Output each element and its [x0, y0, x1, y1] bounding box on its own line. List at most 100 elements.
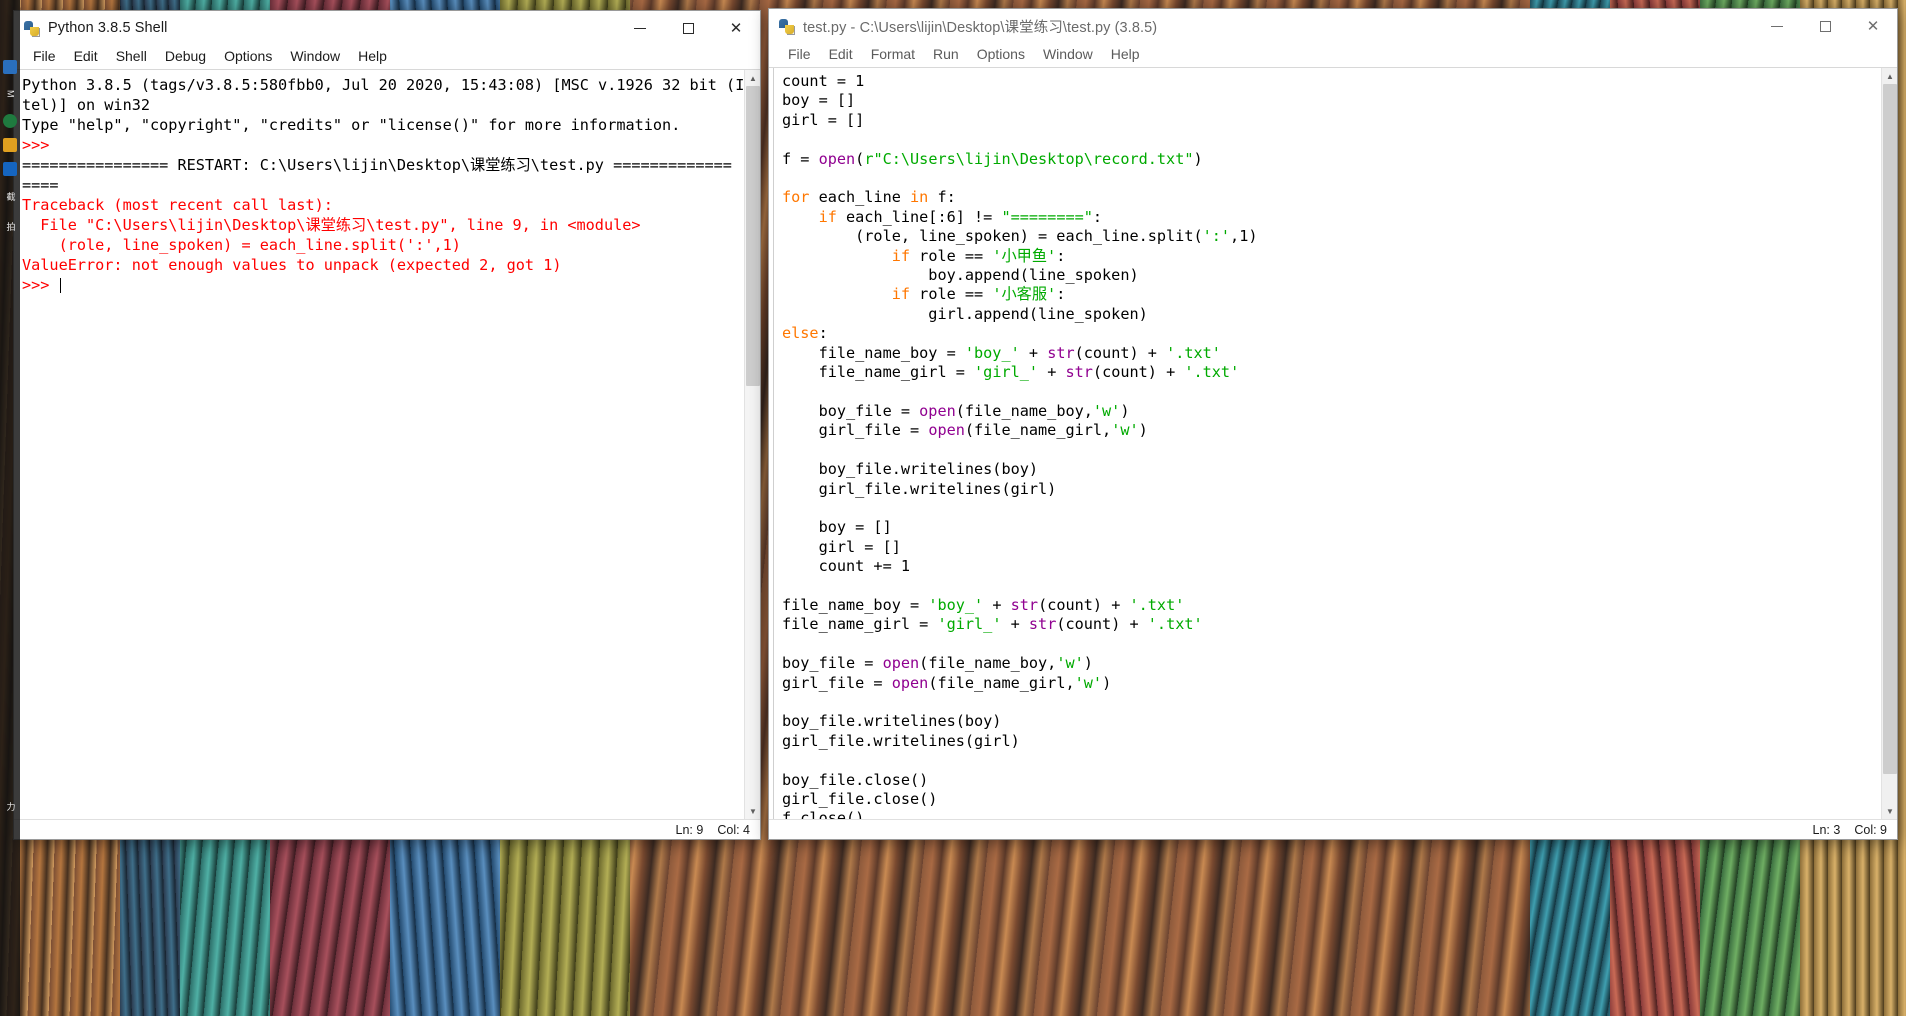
- code-token: 'w': [1092, 401, 1121, 420]
- scroll-up-icon[interactable]: ▲: [1882, 68, 1897, 84]
- code-token: (role, line_spoken) = each_line.split(: [782, 227, 1203, 246]
- shell-content-area[interactable]: Python 3.8.5 (tags/v3.8.5:580fbb0, Jul 2…: [14, 69, 760, 819]
- editor-content-area[interactable]: count = 1 boy = [] girl = [] f = open(r"C:…: [769, 67, 1897, 819]
- scroll-down-icon[interactable]: ▼: [745, 803, 760, 819]
- editor-menu-file[interactable]: File: [779, 45, 820, 64]
- shell-minimize-button[interactable]: [616, 11, 664, 45]
- mail-icon[interactable]: [3, 60, 17, 74]
- shell-maximize-button[interactable]: [664, 11, 712, 45]
- shell-scroll-thumb[interactable]: [746, 86, 760, 386]
- editor-close-button[interactable]: ✕: [1849, 9, 1897, 43]
- editor-code-line: if role == '小客服':: [782, 285, 1881, 304]
- code-token: open: [891, 673, 929, 692]
- code-token: if: [891, 246, 911, 265]
- shell-menu-file[interactable]: File: [24, 47, 65, 66]
- shell-menu-help[interactable]: Help: [349, 47, 396, 66]
- python-editor-window[interactable]: test.py - C:\Users\lijin\Desktop\课堂练习\te…: [768, 8, 1898, 840]
- shell-titlebar[interactable]: Python 3.8.5 Shell ✕: [14, 11, 760, 45]
- taskbar-label-power: 力: [5, 801, 16, 811]
- editor-menu-help[interactable]: Help: [1102, 45, 1149, 64]
- shell-menu-edit[interactable]: Edit: [65, 47, 107, 66]
- shell-menu-options[interactable]: Options: [215, 47, 281, 66]
- editor-scroll-thumb[interactable]: [1883, 84, 1897, 774]
- code-token: boy = []: [782, 518, 892, 537]
- editor-code-text[interactable]: count = 1 boy = [] girl = [] f = open(r"C:…: [774, 68, 1881, 819]
- code-token: 1: [855, 72, 865, 90]
- editor-maximize-button[interactable]: [1801, 9, 1849, 43]
- editor-col-indicator: Col: 9: [1854, 822, 1887, 837]
- code-token: girl_file.writelines(girl): [782, 731, 1020, 750]
- editor-code-line: girl_file.writelines(girl): [782, 732, 1881, 751]
- code-token: 'girl_': [937, 615, 1002, 634]
- code-token: :: [818, 324, 828, 343]
- editor-menubar[interactable]: File Edit Format Run Options Window Help: [769, 43, 1897, 67]
- shell-menubar[interactable]: File Edit Shell Debug Options Window Hel…: [14, 45, 760, 69]
- code-token: if: [818, 207, 837, 226]
- shell-vertical-scrollbar[interactable]: ▲ ▼: [744, 70, 760, 819]
- browser-icon[interactable]: [3, 114, 17, 128]
- taskbar[interactable]: M 截 拍 力: [0, 0, 20, 1016]
- code-token: role ==: [910, 285, 993, 304]
- shell-output-text[interactable]: Python 3.8.5 (tags/v3.8.5:580fbb0, Jul 2…: [14, 70, 744, 819]
- shell-text-cursor: [59, 278, 61, 293]
- editor-code-line: for each_line in f:: [782, 188, 1881, 207]
- code-token: (: [855, 149, 865, 168]
- code-token: boy_file =: [782, 401, 920, 420]
- shell-output-line: >>>: [22, 276, 61, 294]
- code-token: str: [1065, 363, 1093, 382]
- code-token: 'girl_': [974, 363, 1039, 382]
- scroll-down-icon[interactable]: ▼: [1882, 803, 1897, 819]
- shell-output-line: ====: [22, 176, 59, 194]
- python-shell-window[interactable]: Python 3.8.5 Shell ✕ File Edit Shell Deb…: [13, 10, 761, 840]
- shell-menu-shell[interactable]: Shell: [107, 47, 156, 66]
- editor-menu-window[interactable]: Window: [1034, 45, 1102, 64]
- editor-code-line: [782, 499, 1881, 518]
- editor-code-line: count = 1: [782, 72, 1881, 91]
- editor-code-line: girl = []: [782, 111, 1881, 130]
- editor-menu-format[interactable]: Format: [862, 45, 924, 64]
- code-token: count =: [782, 72, 856, 90]
- editor-code-line: girl.append(line_spoken): [782, 305, 1881, 324]
- code-token: file_name_boy =: [782, 343, 965, 362]
- code-token: (count) +: [1074, 343, 1167, 362]
- editor-vertical-scrollbar[interactable]: ▲ ▼: [1881, 68, 1897, 819]
- code-token: '小客服': [992, 285, 1057, 304]
- code-token: girl = []: [782, 537, 901, 556]
- shell-line-indicator: Ln: 9: [675, 822, 704, 837]
- scroll-up-icon[interactable]: ▲: [745, 70, 760, 86]
- code-token: '.txt': [1166, 343, 1221, 362]
- code-token: (count) +: [1092, 363, 1185, 382]
- code-token: each_line[:6] !=: [836, 207, 1002, 226]
- editor-menu-run[interactable]: Run: [924, 45, 968, 64]
- code-token: boy_file.writelines(boy): [782, 712, 1002, 731]
- code-token: girl = []: [782, 110, 865, 129]
- editor-code-line: boy_file = open(file_name_boy,'w'): [782, 402, 1881, 421]
- shell-title: Python 3.8.5 Shell: [48, 20, 168, 36]
- code-token: '.txt': [1184, 363, 1240, 382]
- editor-code-line: girl_file = open(file_name_girl,'w'): [782, 674, 1881, 693]
- editor-code-line: boy_file.writelines(boy): [782, 460, 1881, 479]
- code-token: 'w': [1111, 421, 1139, 440]
- editor-minimize-button[interactable]: [1753, 9, 1801, 43]
- code-token: ): [1102, 673, 1112, 692]
- app-icon[interactable]: [3, 162, 17, 176]
- editor-menu-edit[interactable]: Edit: [820, 45, 862, 64]
- editor-menu-options[interactable]: Options: [968, 45, 1034, 64]
- code-token: file_name_boy =: [782, 595, 929, 614]
- shell-close-button[interactable]: ✕: [712, 11, 760, 45]
- code-token: open: [882, 654, 920, 673]
- editor-code-line: boy_file.writelines(boy): [782, 712, 1881, 731]
- python-file-icon: [23, 20, 40, 37]
- code-token: ): [1138, 421, 1148, 440]
- editor-titlebar[interactable]: test.py - C:\Users\lijin\Desktop\课堂练习\te…: [769, 9, 1897, 43]
- shell-menu-debug[interactable]: Debug: [156, 47, 215, 66]
- editor-code-line: [782, 130, 1881, 149]
- code-token: r"C:\Users\lijin\Desktop\record.txt": [864, 149, 1194, 168]
- shell-menu-window[interactable]: Window: [281, 47, 349, 66]
- code-token: boy_file.close(): [782, 770, 929, 789]
- code-token: "========": [1001, 207, 1093, 226]
- folder-icon[interactable]: [3, 138, 17, 152]
- code-token: '.txt': [1147, 615, 1203, 634]
- code-token: (file_name_boy,: [955, 401, 1093, 420]
